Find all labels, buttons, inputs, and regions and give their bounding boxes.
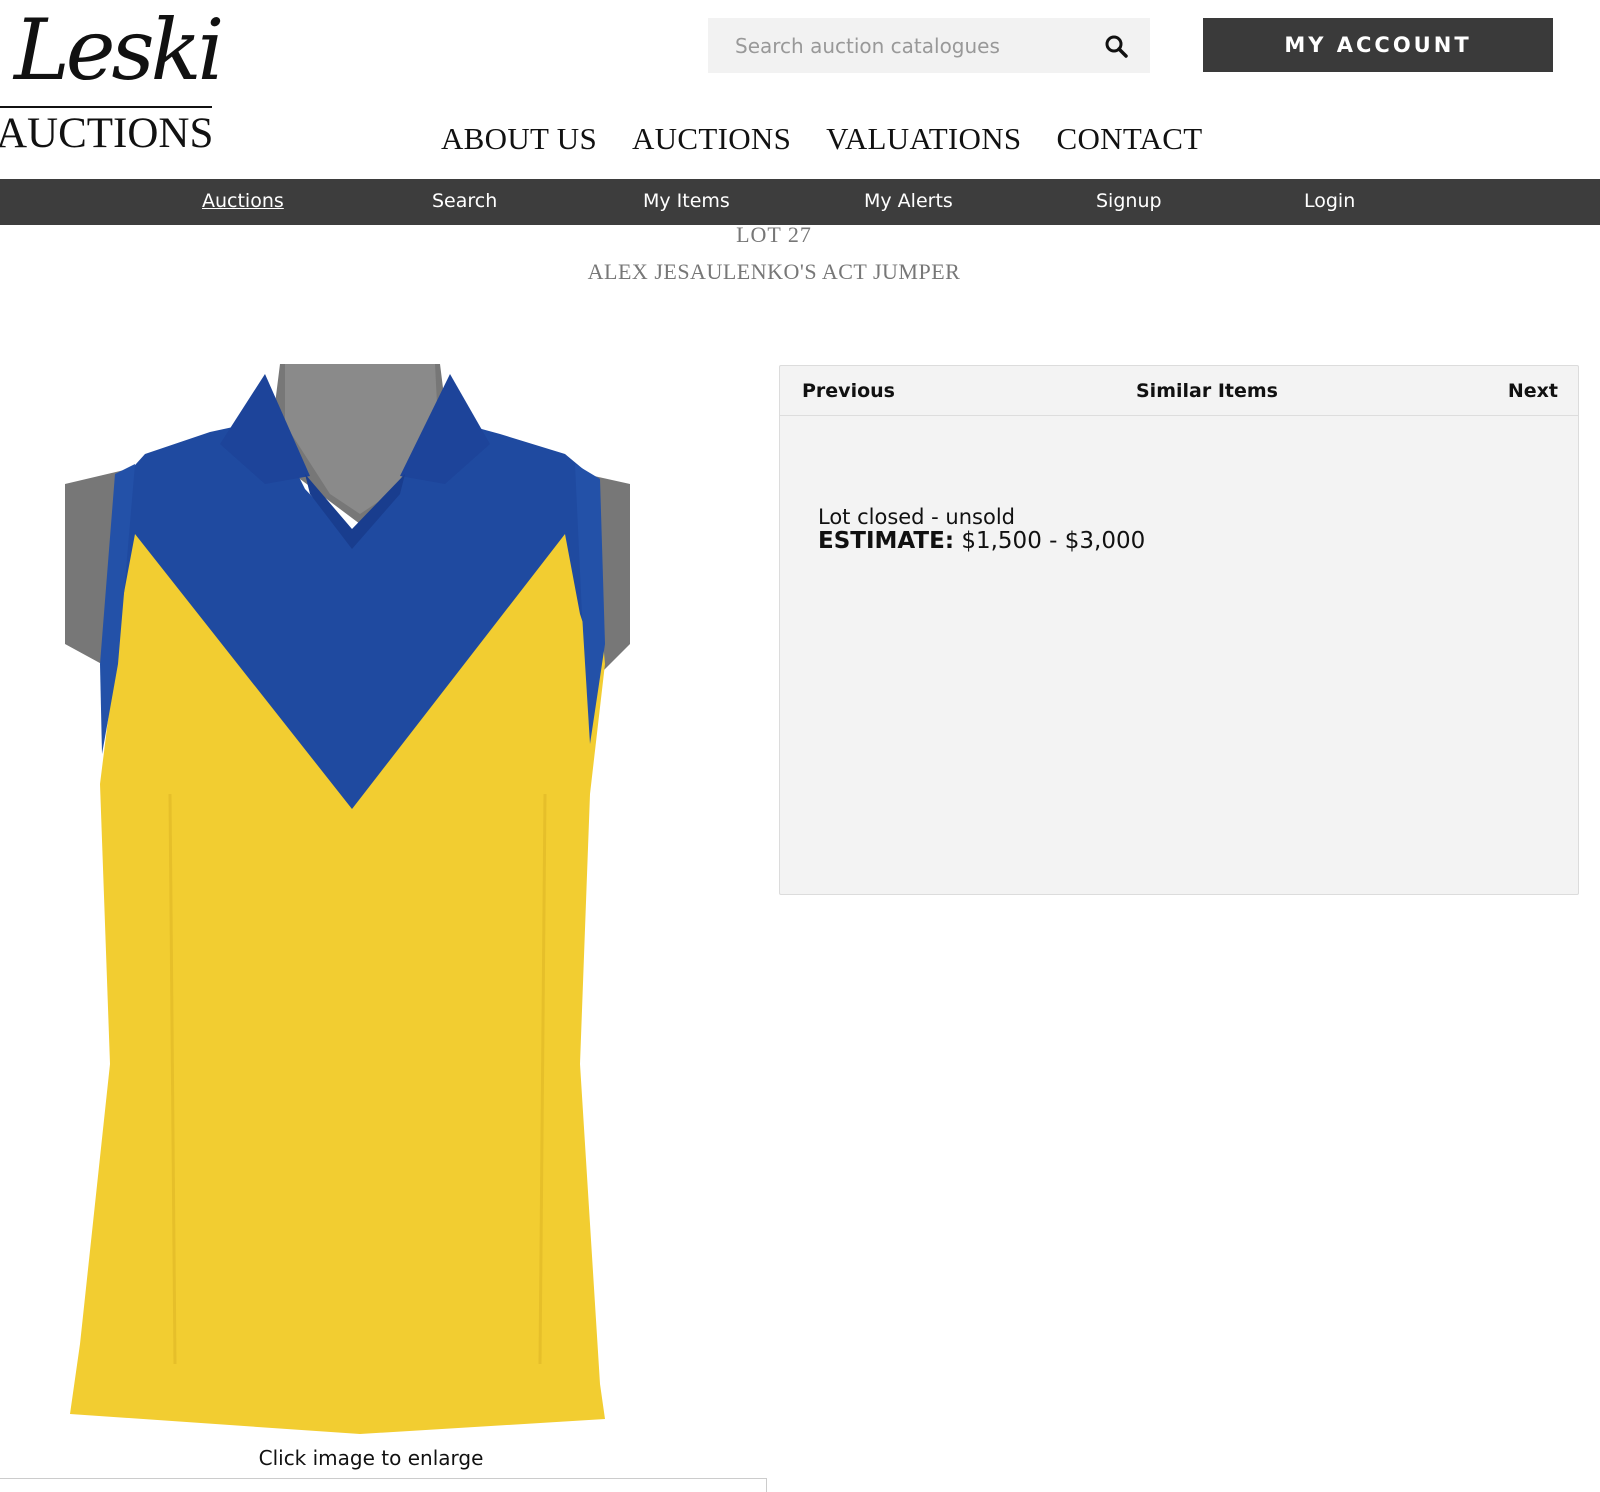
nav-auctions[interactable]: AUCTIONS xyxy=(632,121,791,157)
lot-number: LOT 27 xyxy=(736,222,812,247)
search-bar xyxy=(708,18,1150,73)
nav-contact[interactable]: CONTACT xyxy=(1056,121,1202,157)
lot-estimate: ESTIMATE: $1,500 - $3,000 xyxy=(818,528,1145,554)
previous-link[interactable]: Previous xyxy=(802,380,895,402)
next-link[interactable]: Next xyxy=(1508,380,1558,402)
nav-valuations[interactable]: VALUATIONS xyxy=(826,121,1021,157)
lot-info-panel: Previous Similar Items Next Lot closed -… xyxy=(779,365,1579,895)
logo-script-text: Leski xyxy=(14,1,224,99)
subnav-my-alerts[interactable]: My Alerts xyxy=(864,190,953,212)
subnav-my-items[interactable]: My Items xyxy=(643,190,730,212)
estimate-value: $1,500 - $3,000 xyxy=(961,528,1146,554)
subnav-signup[interactable]: Signup xyxy=(1096,190,1162,212)
image-divider-edge xyxy=(766,1478,767,1492)
main-nav: ABOUT US AUCTIONS VALUATIONS CONTACT xyxy=(441,121,1202,157)
lot-status: Lot closed - unsold xyxy=(818,505,1016,529)
lot-image[interactable] xyxy=(60,364,638,1444)
image-caption: Click image to enlarge xyxy=(258,1446,484,1470)
site-logo[interactable]: Leski AUCTIONS xyxy=(0,8,224,158)
logo-divider xyxy=(0,106,212,108)
jumper-illustration xyxy=(65,364,630,1434)
search-input[interactable] xyxy=(708,18,1088,73)
estimate-label: ESTIMATE: xyxy=(818,528,955,554)
subnav-search[interactable]: Search xyxy=(432,190,497,212)
lot-title: ALEX JESAULENKO'S ACT JUMPER xyxy=(587,259,961,284)
lot-nav-header: Previous Similar Items Next xyxy=(780,366,1578,416)
search-icon xyxy=(1105,35,1128,58)
image-divider xyxy=(0,1478,767,1479)
sub-nav: Auctions Search My Items My Alerts Signu… xyxy=(0,179,1600,225)
subnav-auctions[interactable]: Auctions xyxy=(202,190,284,212)
search-button[interactable] xyxy=(1104,34,1128,58)
similar-items-link[interactable]: Similar Items xyxy=(1136,380,1278,402)
logo-word-text: AUCTIONS xyxy=(0,110,214,157)
subnav-login[interactable]: Login xyxy=(1304,190,1355,212)
nav-about-us[interactable]: ABOUT US xyxy=(441,121,597,157)
my-account-button[interactable]: MY ACCOUNT xyxy=(1203,18,1553,72)
